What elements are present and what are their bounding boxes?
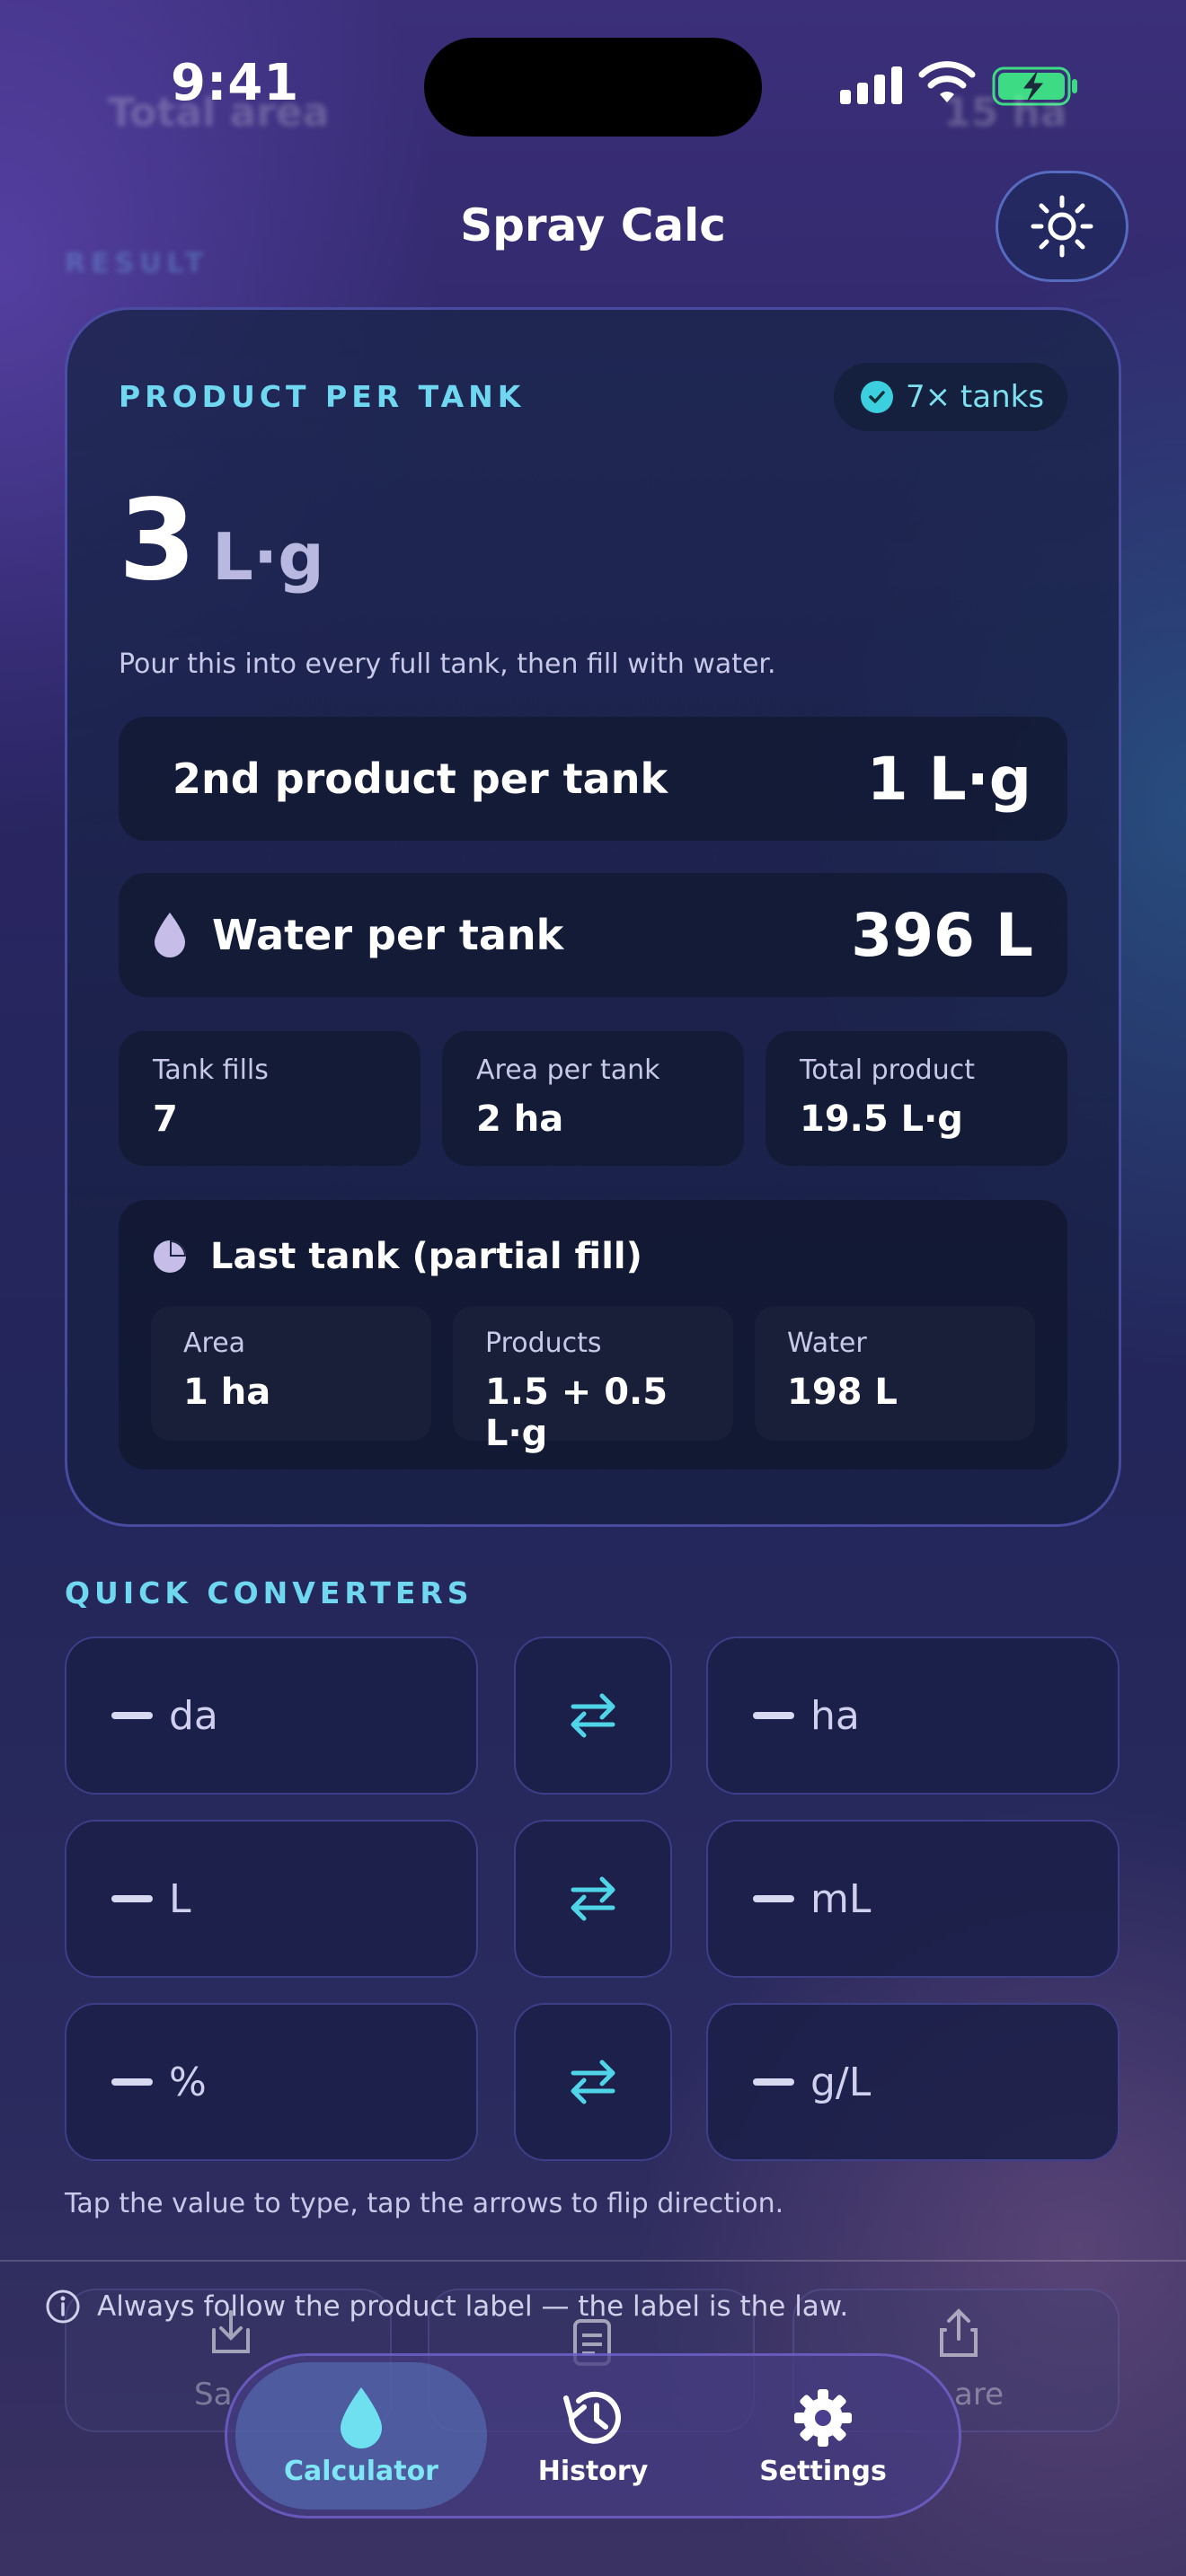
divider bbox=[0, 2260, 1186, 2262]
stat-value: 1.5 + 0.5 L·g bbox=[485, 1372, 668, 1454]
swap-arrows-icon bbox=[571, 2060, 615, 2104]
tab-label: Calculator bbox=[284, 2455, 438, 2487]
last-tank-title-text: Last tank (partial fill) bbox=[210, 1236, 642, 1277]
tab-label: History bbox=[537, 2455, 649, 2487]
unit-label: g/L bbox=[810, 2059, 872, 2105]
converter-input-l[interactable]: L bbox=[65, 1820, 478, 1978]
water-per-tank-row: Water per tank 396 L bbox=[119, 873, 1067, 997]
stat-value: 1 ha bbox=[183, 1372, 271, 1413]
stat-value: 2 ha bbox=[476, 1098, 564, 1140]
history-icon bbox=[563, 2391, 621, 2444]
sun-icon bbox=[1031, 195, 1093, 258]
swap-arrows-icon bbox=[571, 1876, 615, 1921]
stat-tank-fills: Tank fills 7 bbox=[119, 1031, 420, 1166]
converter-output-ml[interactable]: mL bbox=[706, 1820, 1120, 1978]
last-tank-water: Water 198 L bbox=[755, 1306, 1035, 1441]
droplet-icon bbox=[341, 2386, 382, 2448]
converter-input-da[interactable]: da bbox=[65, 1636, 478, 1795]
check-circle-icon bbox=[861, 381, 893, 413]
share-label: are bbox=[954, 2377, 1004, 2413]
pie-chart-icon bbox=[154, 1240, 186, 1273]
stat-value: 198 L bbox=[787, 1372, 898, 1413]
tanks-badge: 7× tanks bbox=[834, 363, 1067, 431]
disclaimer-text: Always follow the product label — the la… bbox=[97, 2290, 849, 2323]
stat-value: 7 bbox=[153, 1098, 178, 1140]
tab-label: Settings bbox=[759, 2455, 887, 2487]
stat-key: Water bbox=[787, 1328, 867, 1359]
save-label: Sa bbox=[194, 2377, 233, 2413]
converter-output-gl[interactable]: g/L bbox=[706, 2003, 1120, 2161]
product-per-tank-unit: L·g bbox=[212, 519, 324, 595]
second-product-row: 2nd product per tank 1 L·g bbox=[119, 717, 1067, 841]
empty-value-dash bbox=[111, 2078, 153, 2086]
tanks-badge-label: 7× tanks bbox=[906, 379, 1045, 415]
converter-input-percent[interactable]: % bbox=[65, 2003, 478, 2161]
stat-key: Products bbox=[485, 1328, 602, 1359]
stat-key: Total product bbox=[800, 1054, 975, 1086]
empty-value-dash bbox=[753, 1895, 794, 1902]
tab-settings[interactable]: Settings bbox=[728, 2362, 918, 2510]
water-per-tank-value: 396 L bbox=[851, 900, 1033, 970]
label-disclaimer: Always follow the product label — the la… bbox=[45, 2289, 848, 2325]
product-per-tank-label: PRODUCT PER TANK bbox=[119, 379, 526, 414]
last-tank-area: Area 1 ha bbox=[151, 1306, 431, 1441]
stat-key: Area per tank bbox=[476, 1054, 660, 1086]
swap-direction-button[interactable] bbox=[514, 2003, 672, 2161]
quick-converters-label: QUICK CONVERTERS bbox=[65, 1575, 474, 1610]
last-tank-title: Last tank (partial fill) bbox=[151, 1236, 642, 1277]
dynamic-island bbox=[424, 38, 762, 137]
stat-key: Area bbox=[183, 1328, 246, 1359]
water-drop-icon bbox=[155, 913, 185, 957]
ghost-result-label: RESULT bbox=[65, 248, 209, 279]
unit-label: da bbox=[169, 1692, 218, 1739]
water-per-tank-label: Water per tank bbox=[212, 911, 564, 959]
converter-output-ha[interactable]: ha bbox=[706, 1636, 1120, 1795]
product-per-tank-value: 3 bbox=[119, 476, 197, 605]
last-tank-products: Products 1.5 + 0.5 L·g bbox=[453, 1306, 733, 1454]
share-icon bbox=[940, 2308, 978, 2357]
unit-label: % bbox=[169, 2059, 207, 2105]
unit-label: ha bbox=[810, 1692, 860, 1739]
stat-area-per-tank: Area per tank 2 ha bbox=[442, 1031, 744, 1166]
unit-label: L bbox=[169, 1875, 191, 1922]
swap-direction-button[interactable] bbox=[514, 1820, 672, 1978]
swap-arrows-icon bbox=[571, 1693, 615, 1738]
stat-total-product: Total product 19.5 L·g bbox=[766, 1031, 1067, 1166]
empty-value-dash bbox=[753, 1712, 794, 1719]
cellular-signal-icon bbox=[840, 63, 903, 104]
theme-toggle-button[interactable] bbox=[996, 171, 1128, 282]
tab-calculator[interactable]: Calculator bbox=[235, 2362, 487, 2510]
ghost-total-area-value: 15 ha bbox=[943, 90, 1067, 136]
empty-value-dash bbox=[111, 1712, 153, 1719]
ghost-total-area-label: Total area bbox=[108, 90, 330, 136]
swap-direction-button[interactable] bbox=[514, 1636, 672, 1795]
unit-label: mL bbox=[810, 1875, 872, 1922]
gear-icon bbox=[794, 2388, 852, 2447]
stat-key: Tank fills bbox=[153, 1054, 269, 1086]
second-product-value: 1 L·g bbox=[866, 744, 1031, 814]
pour-instruction: Pour this into every full tank, then fil… bbox=[119, 648, 776, 680]
converter-hint: Tap the value to type, tap the arrows to… bbox=[65, 2188, 784, 2219]
stat-value: 19.5 L·g bbox=[800, 1098, 963, 1140]
empty-value-dash bbox=[111, 1895, 153, 1902]
tab-history[interactable]: History bbox=[503, 2362, 683, 2510]
empty-value-dash bbox=[753, 2078, 794, 2086]
second-product-label: 2nd product per tank bbox=[173, 754, 668, 803]
info-icon bbox=[46, 2289, 80, 2324]
